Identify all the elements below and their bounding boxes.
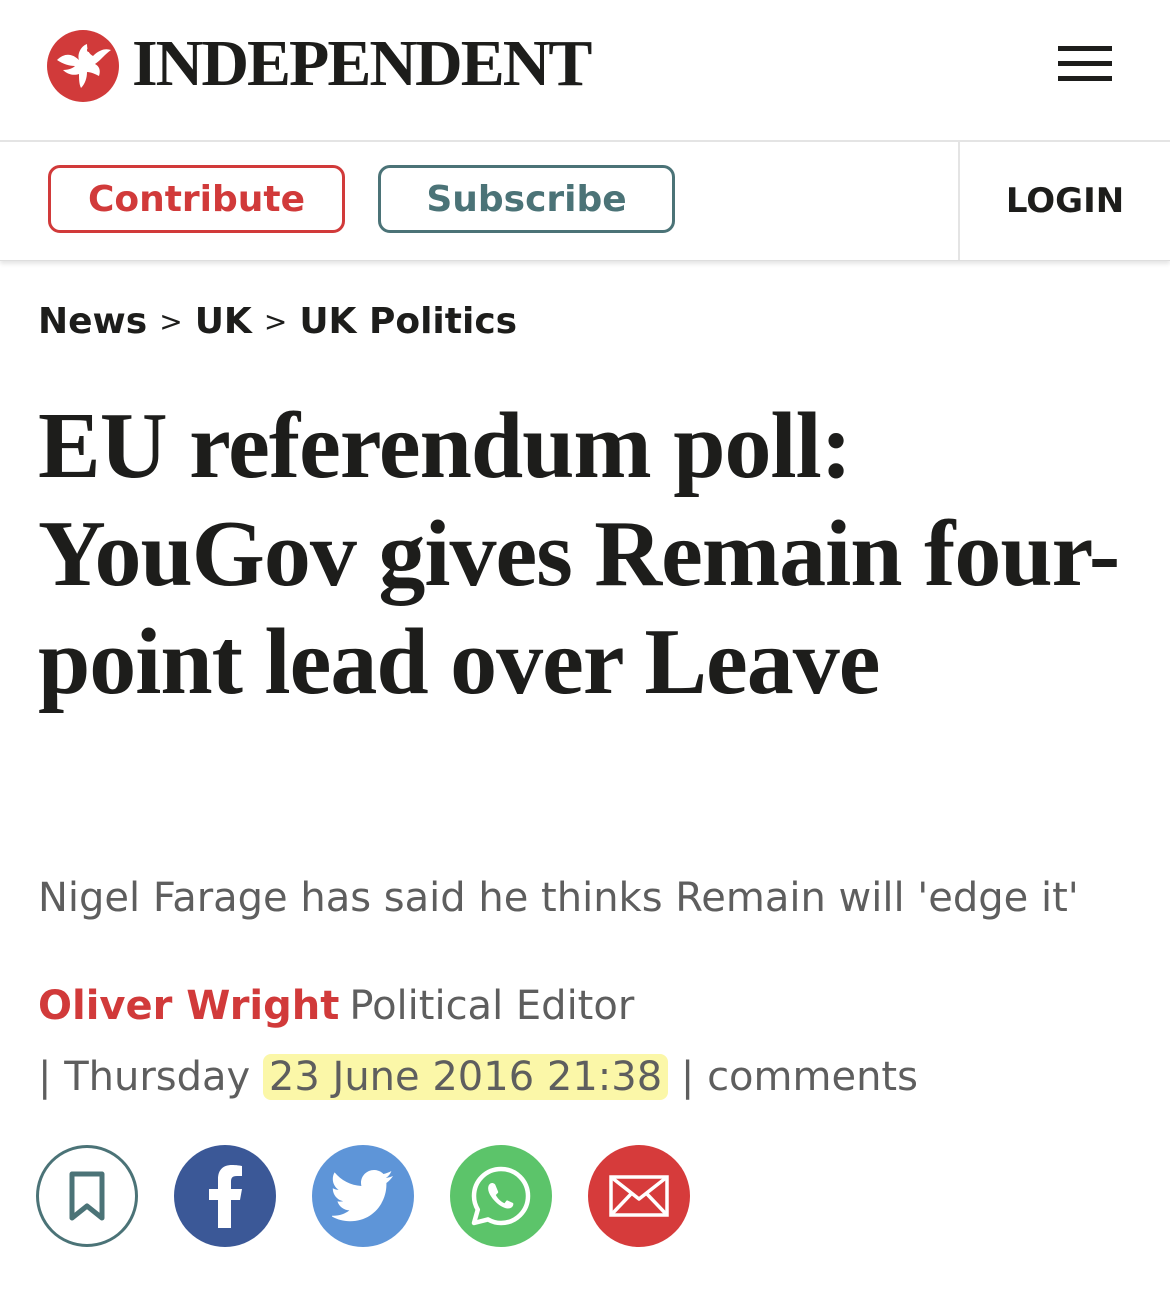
login-link[interactable]: LOGIN bbox=[960, 142, 1170, 260]
publish-day: Thursday bbox=[64, 1054, 251, 1100]
breadcrumb-news[interactable]: News bbox=[38, 301, 147, 342]
action-bar: Contribute Subscribe LOGIN bbox=[0, 142, 1170, 261]
breadcrumb-uk-politics[interactable]: UK Politics bbox=[299, 301, 517, 342]
whatsapp-icon bbox=[471, 1166, 531, 1226]
dateline: | Thursday 23 June 2016 21:38 | comments bbox=[38, 1048, 918, 1106]
author-role: Political Editor bbox=[349, 983, 635, 1029]
whatsapp-share-button[interactable] bbox=[450, 1145, 552, 1247]
breadcrumb: News > UK > UK Politics bbox=[38, 296, 517, 346]
twitter-icon bbox=[332, 1170, 393, 1222]
article-headline: EU referendum poll: YouGov gives Remain … bbox=[38, 394, 1120, 714]
masthead: INDEPENDENT bbox=[0, 0, 1170, 142]
subscribe-button[interactable]: Subscribe bbox=[378, 165, 675, 233]
facebook-share-button[interactable] bbox=[174, 1145, 276, 1247]
byline: Oliver Wright Political Editor bbox=[38, 978, 634, 1034]
bookmark-button[interactable] bbox=[36, 1145, 138, 1247]
bookmark-icon bbox=[69, 1171, 105, 1221]
email-icon bbox=[609, 1175, 669, 1217]
comments-link[interactable]: comments bbox=[707, 1054, 918, 1100]
breadcrumb-separator: > bbox=[263, 304, 288, 338]
dateline-divider: | bbox=[668, 1054, 708, 1100]
eagle-logo-icon[interactable] bbox=[47, 30, 119, 102]
author-link[interactable]: Oliver Wright bbox=[38, 983, 339, 1029]
twitter-share-button[interactable] bbox=[312, 1145, 414, 1247]
hamburger-menu-icon[interactable] bbox=[1052, 40, 1116, 86]
email-share-button[interactable] bbox=[588, 1145, 690, 1247]
publish-date-time: 23 June 2016 21:38 bbox=[262, 1054, 669, 1100]
breadcrumb-separator: > bbox=[159, 304, 183, 338]
breadcrumb-uk[interactable]: UK bbox=[195, 301, 252, 342]
article-standfirst: Nigel Farage has said he thinks Remain w… bbox=[38, 875, 1079, 921]
contribute-button[interactable]: Contribute bbox=[48, 165, 345, 233]
site-logo-wordmark[interactable]: INDEPENDENT bbox=[132, 28, 592, 100]
facebook-icon bbox=[209, 1165, 242, 1228]
dateline-divider: | bbox=[38, 1054, 65, 1100]
